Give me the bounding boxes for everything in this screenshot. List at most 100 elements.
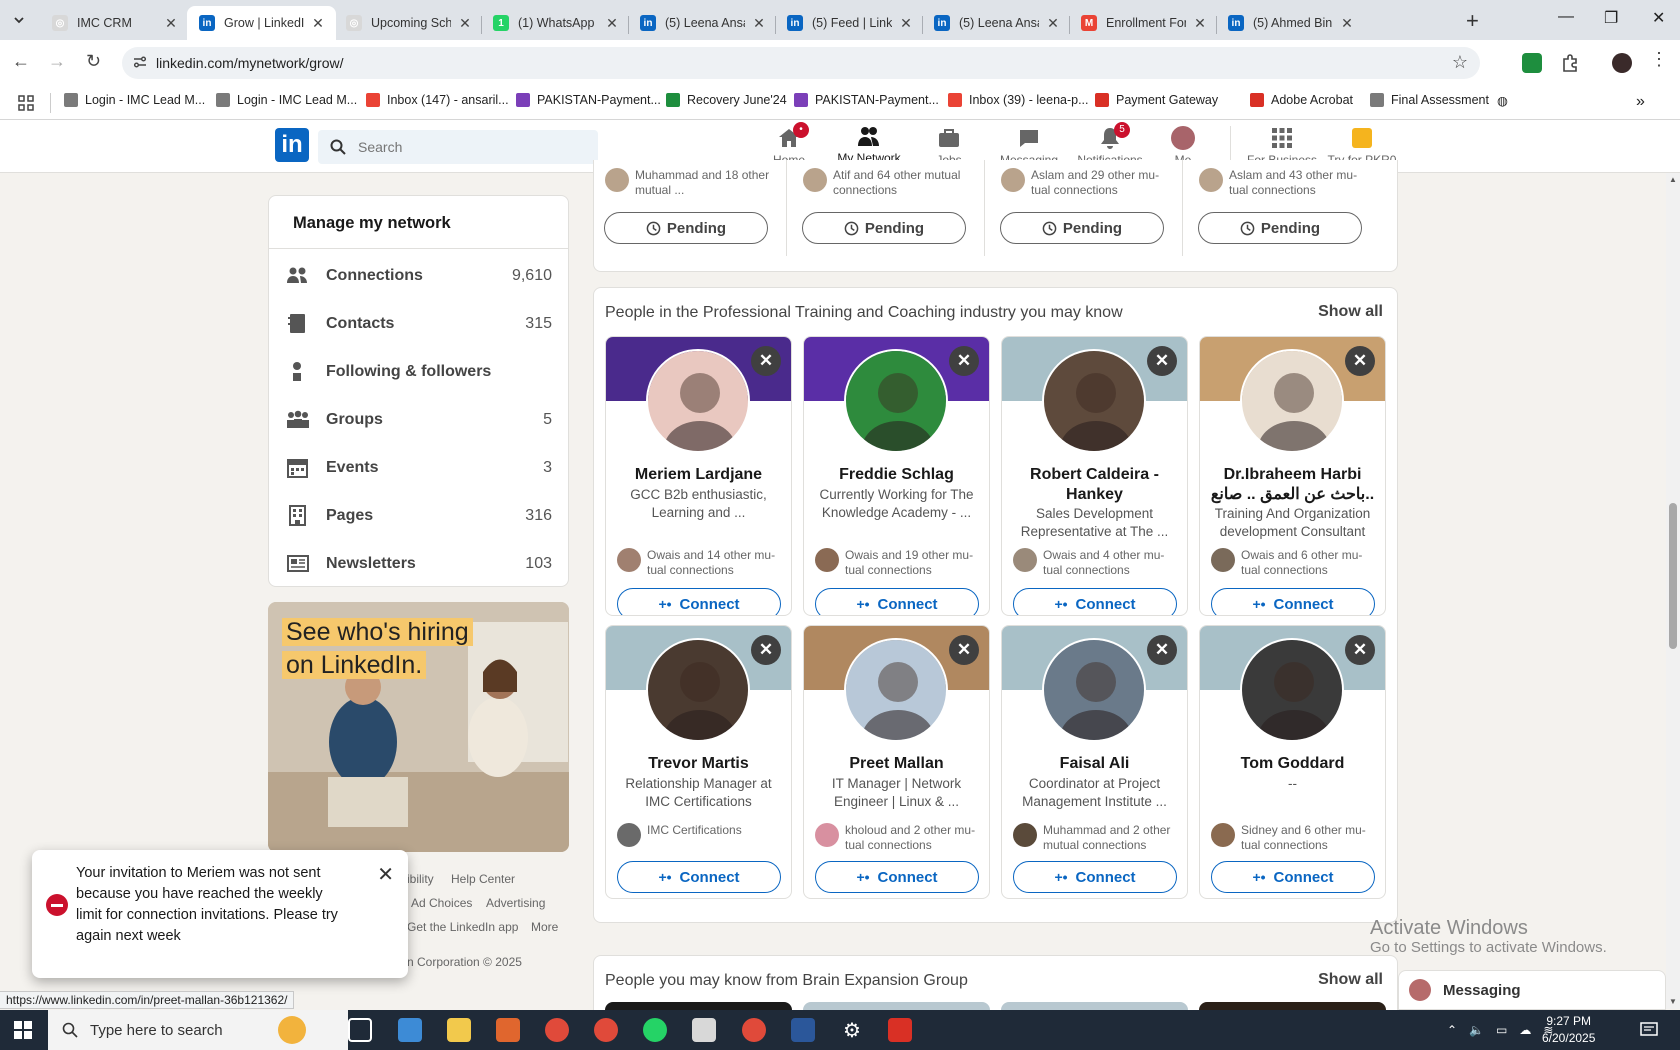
browser-tab[interactable]: ◎ IMC CRM ✕ xyxy=(40,6,189,40)
footer-link-more[interactable]: More xyxy=(531,920,558,934)
profile-photo[interactable] xyxy=(844,638,948,742)
manage-item-events[interactable]: Events 3 xyxy=(287,448,552,488)
linkedin-logo[interactable]: in xyxy=(275,128,309,162)
show-all-button[interactable]: Show all xyxy=(1318,303,1383,321)
footer-link-app[interactable]: Get the LinkedIn app xyxy=(407,920,518,934)
profile-photo[interactable] xyxy=(1042,349,1146,453)
tab-close-icon[interactable]: ✕ xyxy=(898,15,914,32)
browser-tab[interactable]: in (5) Leena Ansari ✕ xyxy=(922,6,1071,40)
network-icon[interactable]: ▭ xyxy=(1496,1023,1507,1037)
profile-photo[interactable] xyxy=(646,638,750,742)
bookmark-item[interactable]: Inbox (39) - leena-p... xyxy=(948,93,1089,107)
window-close-button[interactable]: ✕ xyxy=(1652,8,1665,28)
connect-button[interactable]: +• Connect xyxy=(1013,861,1177,893)
manage-item-connections[interactable]: Connections 9,610 xyxy=(287,256,552,296)
search-box[interactable] xyxy=(318,130,598,164)
browser-tab[interactable]: in (5) Leena Ansari ✕ xyxy=(628,6,777,40)
page-scrollbar[interactable]: ▲ ▼ xyxy=(1666,173,1680,1009)
person-name[interactable]: Meriem Lardjane xyxy=(612,465,785,485)
app-icon[interactable] xyxy=(692,1018,716,1042)
tab-close-icon[interactable]: ✕ xyxy=(1045,15,1061,32)
back-button[interactable]: ← xyxy=(12,51,30,72)
person-name[interactable]: Robert Caldeira - Hankey xyxy=(1008,465,1181,505)
app-icon[interactable] xyxy=(496,1018,520,1042)
system-tray[interactable]: ⌃ 🔈 ▭ ☁ ≋ xyxy=(1447,1010,1553,1050)
connect-button[interactable]: +• Connect xyxy=(617,861,781,893)
chrome-menu-icon[interactable]: ⋮ xyxy=(1650,49,1668,70)
dismiss-close-icon[interactable]: ✕ xyxy=(1345,346,1375,376)
extension-icon[interactable] xyxy=(1522,53,1542,73)
person-card[interactable]: ✕ Meriem Lardjane GCC B2b enthusiastic, Le… xyxy=(605,336,792,616)
bookmark-item[interactable]: Login - IMC Lead M... xyxy=(216,93,357,107)
tab-close-icon[interactable]: ✕ xyxy=(310,15,326,32)
bookmark-item[interactable]: Adobe Acrobat xyxy=(1250,93,1353,107)
tab-close-icon[interactable]: ✕ xyxy=(163,15,179,32)
manage-item-groups[interactable]: Groups 5 xyxy=(287,400,552,440)
dismiss-close-icon[interactable]: ✕ xyxy=(949,346,979,376)
address-bar[interactable]: linkedin.com/mynetwork/grow/ ☆ xyxy=(122,47,1480,79)
person-card[interactable]: ✕ Robert Caldeira - Hankey Sales Developme… xyxy=(1001,336,1188,616)
profile-photo[interactable] xyxy=(1240,349,1344,453)
dismiss-close-icon[interactable]: ✕ xyxy=(1345,635,1375,665)
connect-button[interactable]: +• Connect xyxy=(1211,861,1375,893)
bookmark-item[interactable]: Recovery June'24 xyxy=(666,93,787,107)
tab-close-icon[interactable]: ✕ xyxy=(604,15,620,32)
browser-tab[interactable]: ◎ Upcoming Sche ✕ xyxy=(334,6,483,40)
bookmark-item[interactable]: Login - IMC Lead M... xyxy=(64,93,205,107)
forward-button[interactable]: → xyxy=(48,51,66,72)
search-input[interactable] xyxy=(358,137,578,157)
person-card[interactable]: ✕ Dr.Ibraheem Harbi باحث عن العمق .. صانع… xyxy=(1199,336,1386,616)
profile-photo[interactable] xyxy=(844,349,948,453)
browser-tab[interactable]: in (5) Feed | Linked ✕ xyxy=(775,6,924,40)
tab-search-button[interactable] xyxy=(8,9,30,31)
profile-avatar[interactable] xyxy=(1612,53,1632,73)
bookmark-overflow-icon[interactable]: ◍ xyxy=(1497,93,1508,108)
browser-tab[interactable]: in (5) Ahmed Bin K ✕ xyxy=(1216,6,1365,40)
pending-button[interactable]: Pending xyxy=(802,212,966,244)
acrobat-icon[interactable] xyxy=(888,1018,912,1042)
volume-icon[interactable]: 🔈 xyxy=(1469,1023,1484,1037)
connect-button[interactable]: +• Connect xyxy=(815,588,979,615)
dismiss-close-icon[interactable]: ✕ xyxy=(1147,346,1177,376)
connect-button[interactable]: +• Connect xyxy=(815,861,979,893)
windows-start-icon[interactable] xyxy=(14,1021,32,1039)
file-explorer-icon[interactable] xyxy=(447,1018,471,1042)
bookmark-item[interactable]: Final Assessment xyxy=(1370,93,1489,107)
toast-close-button[interactable]: ✕ xyxy=(377,862,394,887)
whatsapp-icon[interactable] xyxy=(643,1018,667,1042)
hiring-ad[interactable]: See who's hiring on LinkedIn. xyxy=(268,602,569,852)
word-icon[interactable] xyxy=(791,1018,815,1042)
profile-photo[interactable] xyxy=(1240,638,1344,742)
new-tab-button[interactable]: + xyxy=(1466,8,1479,34)
settings-gear-icon[interactable]: ⚙ xyxy=(840,1018,864,1042)
person-card[interactable]: ✕ Freddie Schlag Currently Working for The… xyxy=(803,336,990,616)
tab-close-icon[interactable]: ✕ xyxy=(1192,15,1208,32)
person-name[interactable]: Trevor Martis xyxy=(612,754,785,774)
person-name[interactable]: Freddie Schlag xyxy=(810,465,983,485)
bookmark-star-icon[interactable]: ☆ xyxy=(1452,52,1468,73)
show-all-button[interactable]: Show all xyxy=(1318,971,1383,989)
pending-button[interactable]: Pending xyxy=(1198,212,1362,244)
restore-button[interactable]: ❐ xyxy=(1604,8,1618,28)
site-settings-icon[interactable] xyxy=(132,54,148,70)
tab-close-icon[interactable]: ✕ xyxy=(751,15,767,32)
messaging-bar[interactable]: Messaging xyxy=(1398,970,1666,1010)
manage-item-contacts[interactable]: Contacts 315 xyxy=(287,304,552,344)
extensions-puzzle-icon[interactable] xyxy=(1560,53,1580,73)
bookmark-item[interactable]: PAKISTAN-Payment... xyxy=(516,93,661,107)
person-name[interactable]: Preet Mallan xyxy=(810,754,983,774)
apps-grid-icon[interactable] xyxy=(18,95,34,111)
footer-link-accessibility[interactable]: ibility xyxy=(407,872,434,886)
person-card[interactable]: ✕ Trevor Martis Relationship Manager at IM… xyxy=(605,625,792,899)
dismiss-close-icon[interactable]: ✕ xyxy=(949,635,979,665)
profile-photo[interactable] xyxy=(646,349,750,453)
dismiss-close-icon[interactable]: ✕ xyxy=(1147,635,1177,665)
scroll-up-icon[interactable]: ▲ xyxy=(1669,175,1677,184)
dismiss-close-icon[interactable]: ✕ xyxy=(751,635,781,665)
reload-button[interactable]: ↻ xyxy=(86,51,101,72)
pending-button[interactable]: Pending xyxy=(604,212,768,244)
profile-photo[interactable] xyxy=(1042,638,1146,742)
footer-link-help[interactable]: Help Center xyxy=(451,872,515,886)
manage-item-following-followers[interactable]: Following & followers xyxy=(287,352,552,392)
taskbar-search[interactable]: Type here to search xyxy=(48,1010,348,1050)
